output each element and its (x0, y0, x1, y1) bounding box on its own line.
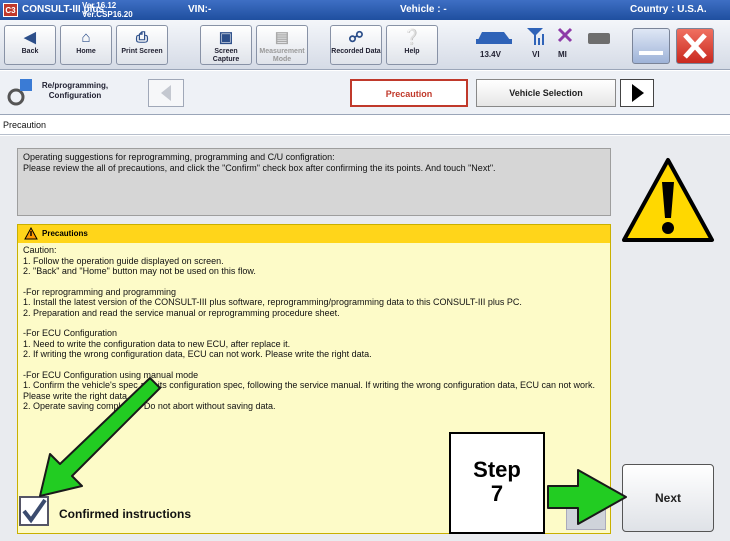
arrow-to-next-icon (547, 469, 627, 525)
arrow-to-checkbox-icon (39, 377, 161, 497)
annotation-arrows (39, 377, 627, 525)
